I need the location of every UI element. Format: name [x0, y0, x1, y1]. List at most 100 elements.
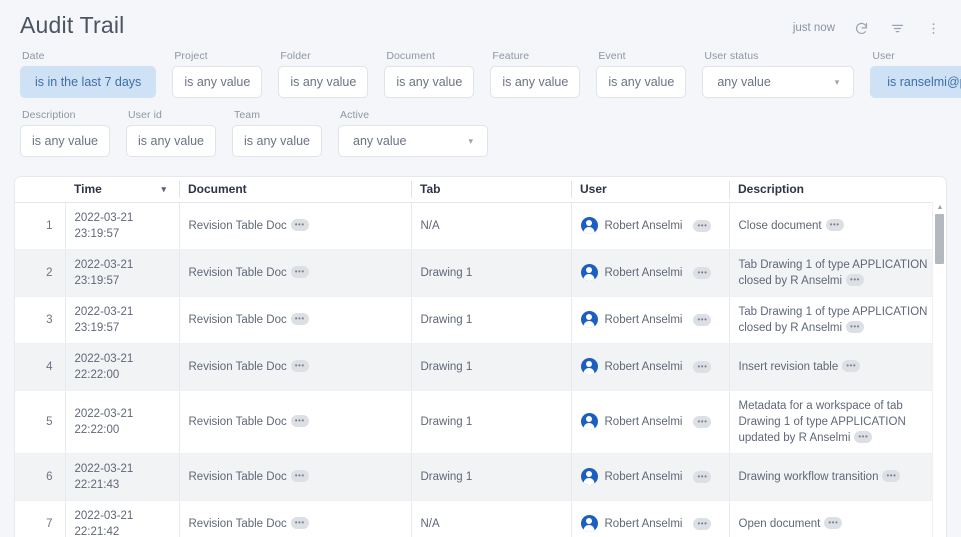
overflow-ellipsis-badge[interactable]: •••: [693, 267, 711, 279]
cell-time: 2022-03-21 23:19:57: [65, 249, 179, 296]
column-header-user[interactable]: User: [571, 177, 729, 202]
cell-desc: Open document•••: [729, 500, 946, 537]
cell-text: 2022-03-21 22:22:00: [75, 408, 134, 436]
avatar: [581, 358, 598, 375]
filter-control-user-id[interactable]: is any value: [126, 125, 216, 157]
column-header-idx[interactable]: [15, 177, 65, 202]
cell-doc: Revision Table Doc •••: [179, 500, 411, 537]
overflow-ellipsis-badge[interactable]: •••: [291, 517, 309, 529]
vertical-scrollbar[interactable]: ▲: [932, 202, 946, 537]
avatar: [581, 217, 598, 234]
column-header-doc[interactable]: Document: [179, 177, 411, 202]
filter-value: is any value: [184, 75, 250, 89]
filter-value: is ranselmi@ptc.com: [887, 75, 961, 89]
filter-icon[interactable]: [887, 18, 907, 38]
filter-control-team[interactable]: is any value: [232, 125, 322, 157]
cell-user: Robert Anselmi•••: [571, 390, 729, 453]
cell-user: Robert Anselmi•••: [571, 500, 729, 537]
filter-control-document[interactable]: is any value: [384, 66, 474, 98]
overflow-ellipsis-badge[interactable]: •••: [824, 517, 842, 529]
filter-control-feature[interactable]: is any value: [490, 66, 580, 98]
cell-tab: Drawing 1: [411, 296, 571, 343]
cell-user: Robert Anselmi •••: [571, 202, 729, 249]
overflow-ellipsis-badge[interactable]: •••: [291, 360, 309, 372]
table-row[interactable]: 32022-03-21 23:19:57Revision Table Doc••…: [15, 296, 946, 343]
overflow-ellipsis-badge[interactable]: •••: [291, 219, 309, 231]
cell-text: Drawing workflow transition: [739, 471, 879, 483]
filter-control-date[interactable]: is in the last 7 days: [20, 66, 156, 98]
sort-descending-icon[interactable]: ▾: [161, 184, 166, 195]
overflow-ellipsis-badge[interactable]: •••: [854, 431, 872, 443]
filter-control-user[interactable]: is ranselmi@ptc.com: [870, 66, 961, 98]
cell-time: 2022-03-21 22:22:00: [65, 343, 179, 390]
overflow-ellipsis-badge[interactable]: •••: [693, 220, 711, 232]
table-row[interactable]: 22022-03-21 23:19:57Revision Table Doc••…: [15, 249, 946, 296]
filter-control-description[interactable]: is any value: [20, 125, 110, 157]
overflow-ellipsis-badge[interactable]: •••: [693, 314, 711, 326]
table-row[interactable]: 12022-03-21 23:19:57Revision Table Doc••…: [15, 202, 946, 249]
filter-control-active[interactable]: any value▾: [338, 125, 488, 157]
filter-control-event[interactable]: is any value: [596, 66, 686, 98]
filter-label: Feature: [490, 50, 580, 62]
filter-bar: Dateis in the last 7 daysProjectis any v…: [0, 40, 961, 157]
overflow-ellipsis-badge[interactable]: •••: [291, 415, 309, 427]
table-row[interactable]: 72022-03-21 22:21:42Revision Table Doc••…: [15, 500, 946, 537]
filter-control-project[interactable]: is any value: [172, 66, 262, 98]
cell-doc: Revision Table Doc•••: [179, 390, 411, 453]
refresh-icon[interactable]: [851, 18, 871, 38]
overflow-ellipsis-badge[interactable]: •••: [693, 361, 711, 373]
overflow-ellipsis-badge[interactable]: •••: [846, 321, 864, 333]
table-row[interactable]: 62022-03-21 22:21:43Revision Table Doc••…: [15, 453, 946, 500]
overflow-ellipsis-badge[interactable]: •••: [693, 416, 711, 428]
overflow-ellipsis-badge[interactable]: •••: [842, 360, 860, 372]
cell-tab: Drawing 1: [411, 453, 571, 500]
scrollbar-thumb[interactable]: [935, 214, 944, 264]
overflow-ellipsis-badge[interactable]: •••: [291, 313, 309, 325]
user-name: Robert Anselmi: [605, 218, 683, 234]
scroll-up-arrow[interactable]: ▲: [936, 205, 944, 211]
filter-label: User id: [126, 109, 216, 121]
cell-time: 2022-03-21 22:21:42: [65, 500, 179, 537]
filter-control-folder[interactable]: is any value: [278, 66, 368, 98]
overflow-ellipsis-badge[interactable]: •••: [291, 470, 309, 482]
column-header-label: Document: [188, 182, 247, 196]
table-row[interactable]: 42022-03-21 22:22:00Revision Table Doc••…: [15, 343, 946, 390]
cell-time: 2022-03-21 23:19:57: [65, 202, 179, 249]
filter-project: Projectis any value: [172, 50, 262, 98]
overflow-ellipsis-badge[interactable]: •••: [693, 471, 711, 483]
page-header: Audit Trail just now: [0, 0, 961, 40]
overflow-ellipsis-badge[interactable]: •••: [882, 470, 900, 482]
overflow-ellipsis-badge[interactable]: •••: [693, 518, 711, 530]
cell-time: 2022-03-21 22:21:43: [65, 453, 179, 500]
cell-text: Revision Table Doc: [189, 267, 287, 279]
cell-text: Revision Table Doc: [189, 518, 287, 530]
cell-desc: Insert revision table•••: [729, 343, 946, 390]
overflow-ellipsis-badge[interactable]: •••: [826, 219, 844, 231]
kebab-menu-icon[interactable]: [923, 18, 943, 38]
cell-desc: Tab Drawing 1 of type APPLICATION closed…: [729, 249, 946, 296]
cell-tab: Drawing 1: [411, 343, 571, 390]
cell-idx: 1: [15, 202, 65, 249]
filter-value: is any value: [138, 134, 204, 148]
cell-text: 6: [46, 471, 52, 483]
cell-tab: Drawing 1: [411, 390, 571, 453]
column-header-desc[interactable]: Description: [729, 177, 946, 202]
column-header-time[interactable]: Time▾: [65, 177, 179, 202]
cell-user: Robert Anselmi•••: [571, 249, 729, 296]
cell-desc: Drawing workflow transition•••: [729, 453, 946, 500]
cell-doc: Revision Table Doc •••: [179, 249, 411, 296]
column-header-tab[interactable]: Tab: [411, 177, 571, 202]
last-updated-timestamp: just now: [793, 22, 835, 34]
user-name: Robert Anselmi: [605, 469, 683, 485]
table-row[interactable]: 52022-03-21 22:22:00Revision Table Doc••…: [15, 390, 946, 453]
overflow-ellipsis-badge[interactable]: •••: [291, 266, 309, 278]
filter-control-user-status[interactable]: any value▾: [702, 66, 854, 98]
cell-text: 2022-03-21 22:21:42: [75, 510, 134, 537]
cell-text: N/A: [421, 220, 440, 232]
cell-text: Drawing 1: [421, 361, 473, 373]
table-body: 12022-03-21 23:19:57 Revision Table Doc ••…: [15, 202, 946, 537]
filter-active: Activeany value▾: [338, 109, 488, 157]
overflow-ellipsis-badge[interactable]: •••: [846, 274, 864, 286]
filter-label: User status: [702, 50, 854, 62]
filter-value: is any value: [290, 75, 356, 89]
